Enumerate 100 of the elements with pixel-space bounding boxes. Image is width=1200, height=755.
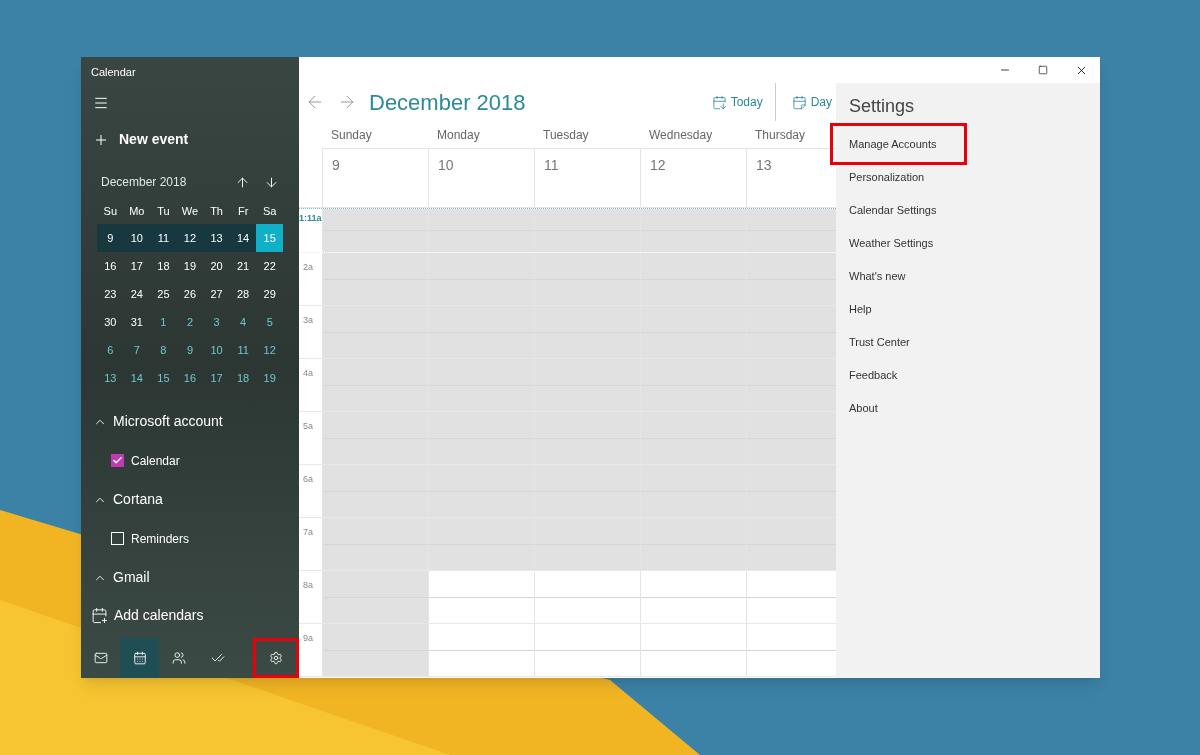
settings-item[interactable]: What's new bbox=[849, 260, 1087, 293]
date-cell[interactable]: 27 bbox=[203, 280, 230, 308]
day-cell[interactable]: 12 bbox=[640, 148, 746, 207]
date-cell[interactable]: 11 bbox=[150, 224, 177, 252]
time-slot[interactable] bbox=[322, 571, 428, 623]
date-cell[interactable]: 16 bbox=[176, 364, 204, 392]
date-cell[interactable]: 6 bbox=[97, 336, 124, 364]
time-slot[interactable] bbox=[428, 571, 534, 623]
day-cell[interactable]: 10 bbox=[428, 148, 534, 207]
settings-title: Settings bbox=[849, 95, 916, 118]
date-cell[interactable]: 9 bbox=[97, 224, 124, 252]
time-slot[interactable] bbox=[746, 412, 836, 464]
settings-icon[interactable] bbox=[253, 638, 299, 678]
time-slot[interactable] bbox=[534, 624, 640, 676]
time-slot[interactable] bbox=[322, 518, 428, 570]
time-slot[interactable] bbox=[322, 412, 428, 464]
settings-item[interactable]: Feedback bbox=[849, 359, 1087, 392]
calendar-name: Calendar bbox=[131, 452, 180, 470]
date-cell[interactable]: 28 bbox=[229, 280, 257, 308]
day-cell[interactable]: 9 bbox=[322, 148, 428, 207]
date-cell[interactable]: 30 bbox=[97, 308, 124, 336]
settings-item[interactable]: Manage Accounts bbox=[830, 123, 967, 165]
date-cell[interactable]: 19 bbox=[176, 252, 204, 280]
date-cell[interactable]: 4 bbox=[229, 308, 257, 336]
date-cell[interactable]: 17 bbox=[203, 364, 230, 392]
date-cell[interactable]: 12 bbox=[256, 336, 283, 364]
date-cell[interactable]: 17 bbox=[123, 252, 151, 280]
time-slot[interactable] bbox=[746, 306, 836, 358]
date-cell[interactable]: 23 bbox=[97, 280, 124, 308]
weekday-header: Wednesday bbox=[648, 126, 714, 144]
date-cell[interactable]: 5 bbox=[256, 308, 283, 336]
time-slot[interactable] bbox=[746, 571, 836, 623]
weekday-label: Su bbox=[102, 203, 118, 219]
settings-item[interactable]: Help bbox=[849, 293, 1087, 326]
weekday-label: Fr bbox=[236, 203, 250, 219]
hour-label: 9a bbox=[302, 632, 314, 645]
date-cell[interactable]: 9 bbox=[176, 336, 204, 364]
date-cell[interactable]: 18 bbox=[229, 364, 257, 392]
account-header[interactable]: Cortana bbox=[81, 480, 299, 519]
time-slot[interactable] bbox=[322, 253, 428, 305]
time-slot[interactable] bbox=[322, 624, 428, 676]
date-cell[interactable]: 2 bbox=[176, 308, 204, 336]
date-cell[interactable]: 24 bbox=[123, 280, 151, 308]
time-slot[interactable] bbox=[746, 209, 836, 252]
date-cell[interactable]: 25 bbox=[150, 280, 177, 308]
date-cell[interactable]: 13 bbox=[97, 364, 124, 392]
date-cell[interactable]: 22 bbox=[256, 252, 283, 280]
weekday-header: Tuesday bbox=[542, 126, 590, 144]
hour-label: 1:11a bbox=[299, 212, 322, 225]
checkbox[interactable] bbox=[111, 454, 124, 467]
date-cell[interactable]: 8 bbox=[150, 336, 177, 364]
time-slot[interactable] bbox=[428, 624, 534, 676]
time-slot[interactable] bbox=[322, 359, 428, 411]
calendar-icon[interactable] bbox=[120, 638, 159, 678]
time-slot[interactable] bbox=[322, 209, 428, 252]
new-event-button[interactable]: New event bbox=[93, 129, 299, 150]
account-header[interactable]: Microsoft account bbox=[81, 402, 299, 441]
date-cell[interactable]: 3 bbox=[203, 308, 230, 336]
time-slot[interactable] bbox=[746, 465, 836, 517]
calendar-icon bbox=[711, 94, 727, 110]
time-slot[interactable] bbox=[640, 571, 746, 623]
date-cell[interactable]: 26 bbox=[176, 280, 204, 308]
settings-item[interactable]: Weather Settings bbox=[849, 227, 1087, 260]
time-slot[interactable] bbox=[746, 253, 836, 305]
day-cell[interactable]: 11 bbox=[534, 148, 640, 207]
toolbar-button[interactable]: Today bbox=[707, 83, 767, 121]
time-slot[interactable] bbox=[746, 624, 836, 676]
settings-item[interactable]: About bbox=[849, 392, 1087, 425]
date-cell[interactable]: 1 bbox=[150, 308, 177, 336]
account-header[interactable]: Gmail bbox=[81, 558, 299, 597]
time-slot[interactable] bbox=[322, 465, 428, 517]
date-cell[interactable]: 20 bbox=[203, 252, 230, 280]
date-cell[interactable]: 10 bbox=[203, 336, 230, 364]
date-cell[interactable]: 29 bbox=[256, 280, 283, 308]
time-slot[interactable] bbox=[322, 306, 428, 358]
date-cell[interactable]: 31 bbox=[123, 308, 151, 336]
up-arrow-icon[interactable] bbox=[235, 174, 250, 190]
month-title: December 2018 bbox=[101, 174, 188, 191]
settings-item[interactable]: Trust Center bbox=[849, 326, 1087, 359]
time-slot[interactable] bbox=[534, 571, 640, 623]
date-cell[interactable]: 16 bbox=[97, 252, 124, 280]
date-cell[interactable]: 14 bbox=[123, 364, 151, 392]
date-cell[interactable]: 11 bbox=[229, 336, 257, 364]
date-cell[interactable]: 10 bbox=[123, 224, 151, 252]
date-cell[interactable]: 14 bbox=[229, 224, 257, 252]
hour-label: 6a bbox=[302, 473, 314, 486]
down-arrow-icon[interactable] bbox=[264, 174, 279, 190]
date-cell[interactable]: 7 bbox=[123, 336, 151, 364]
date-cell[interactable]: 15 bbox=[150, 364, 177, 392]
date-cell[interactable]: 18 bbox=[150, 252, 177, 280]
time-slot[interactable] bbox=[746, 359, 836, 411]
time-slot[interactable] bbox=[746, 518, 836, 570]
settings-item[interactable]: Calendar Settings bbox=[849, 194, 1087, 227]
date-cell[interactable]: 21 bbox=[229, 252, 257, 280]
date-cell[interactable]: 13 bbox=[203, 224, 230, 252]
time-slot[interactable] bbox=[640, 624, 746, 676]
date-cell[interactable]: 19 bbox=[256, 364, 283, 392]
date-cell[interactable]: 12 bbox=[176, 224, 204, 252]
menu-icon[interactable] bbox=[93, 95, 109, 111]
add-calendars-button[interactable]: Add calendars bbox=[81, 597, 299, 633]
